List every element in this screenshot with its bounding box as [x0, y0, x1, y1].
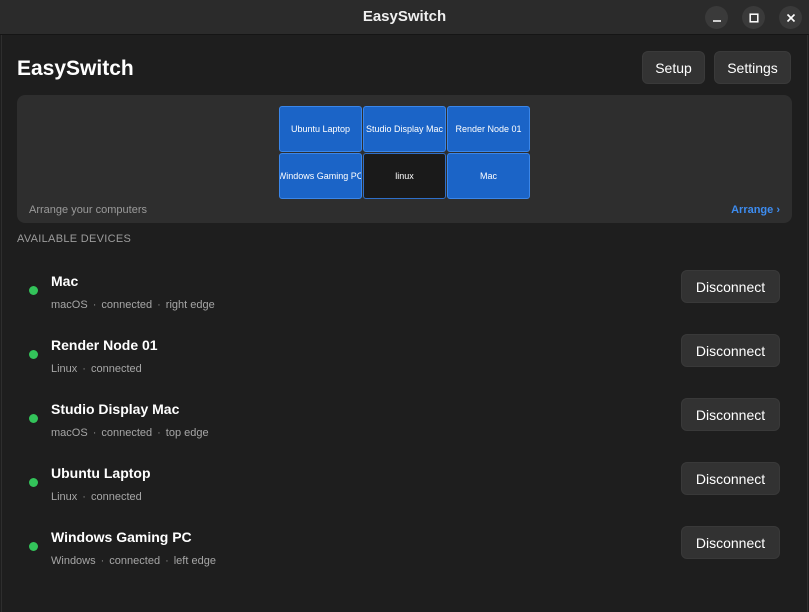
status-dot	[29, 286, 38, 295]
device-row: Windows Gaming PC Windows · connected · left…	[17, 526, 792, 582]
close-icon	[786, 13, 795, 22]
device-name: Ubuntu Laptop	[51, 465, 151, 481]
section-heading-available-devices: AVAILABLE DEVICES	[17, 233, 132, 245]
arrangement-tile[interactable]: Mac	[447, 153, 530, 199]
device-row: Ubuntu Laptop Linux · connected Disconnect	[17, 462, 792, 518]
disconnect-button[interactable]: Disconnect	[681, 462, 780, 495]
device-name: Windows Gaming PC	[51, 529, 192, 545]
page-title: EasySwitch	[17, 57, 134, 80]
maximize-button[interactable]	[742, 6, 765, 29]
disconnect-button[interactable]: Disconnect	[681, 526, 780, 559]
arrangement-tile-current[interactable]: linux	[363, 153, 446, 199]
arrange-link[interactable]: Arrange ›	[731, 204, 780, 216]
device-meta: macOS · connected · top edge	[51, 427, 209, 439]
device-name: Render Node 01	[51, 337, 158, 353]
device-name: Studio Display Mac	[51, 401, 180, 417]
arrangement-tile[interactable]: Studio Display Mac	[363, 106, 446, 152]
device-row: Mac macOS · connected · right edge Disconnec…	[17, 270, 792, 326]
status-dot	[29, 414, 38, 423]
close-button[interactable]	[779, 6, 802, 29]
arrangement-hint: Arrange your computers	[29, 204, 147, 216]
arrangement-tile[interactable]: Render Node 01	[447, 106, 530, 152]
device-name: Mac	[51, 273, 79, 289]
device-meta: Linux · connected	[51, 491, 142, 503]
arrangement-tile[interactable]: Ubuntu Laptop	[279, 106, 362, 152]
maximize-icon	[748, 12, 759, 23]
status-dot	[29, 542, 38, 551]
device-meta: Windows · connected · left edge	[51, 555, 216, 567]
minimize-icon	[712, 19, 721, 22]
minimize-button[interactable]	[705, 6, 728, 29]
device-meta: macOS · connected · right edge	[51, 299, 215, 311]
device-row: Render Node 01 Linux · connected Disconnec…	[17, 334, 792, 390]
window-titlebar: EasySwitch	[0, 0, 809, 35]
settings-button[interactable]: Settings	[714, 51, 791, 84]
device-row: Studio Display Mac macOS · connected · top e…	[17, 398, 792, 454]
status-dot	[29, 350, 38, 359]
setup-button[interactable]: Setup	[642, 51, 705, 84]
disconnect-button[interactable]: Disconnect	[681, 270, 780, 303]
disconnect-button[interactable]: Disconnect	[681, 398, 780, 431]
disconnect-button[interactable]: Disconnect	[681, 334, 780, 367]
window-title: EasySwitch	[362, 8, 447, 25]
arrangement-tile[interactable]: Windows Gaming PC	[279, 153, 362, 199]
device-meta: Linux · connected	[51, 363, 142, 375]
status-dot	[29, 478, 38, 487]
